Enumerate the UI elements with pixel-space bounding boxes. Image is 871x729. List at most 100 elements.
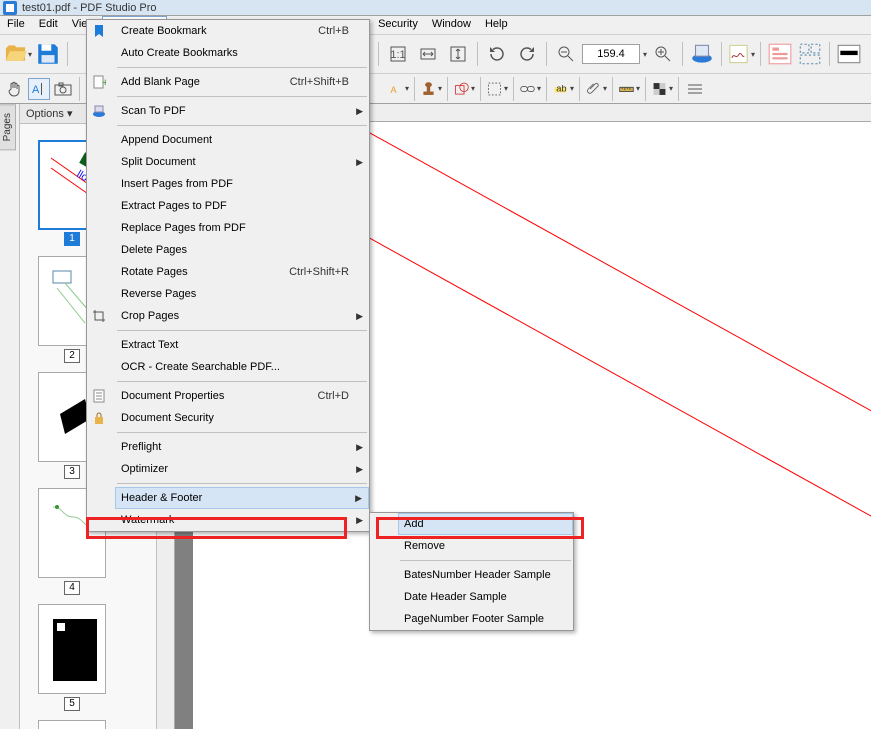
- menu-separator: [117, 67, 367, 68]
- fit-width-button[interactable]: [414, 40, 442, 68]
- menu-item-label: Reverse Pages: [121, 288, 196, 300]
- app-icon: [2, 0, 18, 16]
- menu-item-label: Create Bookmark: [121, 25, 207, 37]
- menu-item-auto-create-bookmarks[interactable]: Auto Create Bookmarks: [115, 42, 369, 64]
- menu-item-icon: [91, 23, 107, 39]
- text-annot-button[interactable]: A▾: [387, 78, 409, 100]
- menu-item-preflight[interactable]: Preflight ▶: [115, 436, 369, 458]
- menu-file[interactable]: File: [0, 16, 32, 34]
- menu-item-extract-pages-to-pdf[interactable]: Extract Pages to PDF: [115, 195, 369, 217]
- menu-edit[interactable]: Edit: [32, 16, 65, 34]
- menu-window[interactable]: Window: [425, 16, 478, 34]
- menu-item-label: BatesNumber Header Sample: [404, 569, 551, 581]
- attach-tool-button[interactable]: ▾: [585, 78, 607, 100]
- svg-text:ab: ab: [556, 83, 566, 93]
- menu-item-icon: +: [91, 74, 107, 90]
- menu-item-insert-pages-from-pdf[interactable]: Insert Pages from PDF: [115, 173, 369, 195]
- sign-button[interactable]: ▾: [727, 40, 755, 68]
- redact-button[interactable]: [835, 40, 863, 68]
- menu-item-replace-pages-from-pdf[interactable]: Replace Pages from PDF: [115, 217, 369, 239]
- menu-item-rotate-pages[interactable]: Rotate PagesCtrl+Shift+R: [115, 261, 369, 283]
- menu-separator: [117, 125, 367, 126]
- submenu-arrow-icon: ▶: [355, 493, 362, 504]
- menu-item-label: OCR - Create Searchable PDF...: [121, 361, 280, 373]
- menu-help[interactable]: Help: [478, 16, 515, 34]
- menu-item-document-properties[interactable]: Document PropertiesCtrl+D: [115, 385, 369, 407]
- menu-security[interactable]: Security: [371, 16, 425, 34]
- menu-item-crop-pages[interactable]: Crop Pages▶: [115, 305, 369, 327]
- menu-item-label: Optimizer: [121, 463, 168, 475]
- pages-tab[interactable]: Pages: [0, 104, 16, 150]
- checker-tool-button[interactable]: ▾: [651, 78, 673, 100]
- menu-item-optimizer[interactable]: Optimizer▶: [115, 458, 369, 480]
- zoom-out-button[interactable]: [552, 40, 580, 68]
- menu-item-split-document[interactable]: Split Document▶: [115, 151, 369, 173]
- rotate-left-button[interactable]: [483, 40, 511, 68]
- submenu-item-remove[interactable]: Remove: [398, 535, 573, 557]
- menu-item-ocr-create-searchable-pdf-[interactable]: OCR - Create Searchable PDF...: [115, 356, 369, 378]
- menu-separator: [117, 432, 367, 433]
- menu-item-label: Split Document: [121, 156, 196, 168]
- svg-text:1:1: 1:1: [390, 49, 405, 61]
- menu-item-label: Date Header Sample: [404, 591, 507, 603]
- menu-item-extract-text[interactable]: Extract Text: [115, 334, 369, 356]
- menu-item-label: Delete Pages: [121, 244, 187, 256]
- menu-item-add-blank-page[interactable]: Add Blank PageCtrl+Shift+B+: [115, 71, 369, 93]
- menu-item-label: Add: [404, 518, 424, 530]
- menu-item-label: Auto Create Bookmarks: [121, 47, 238, 59]
- area-tool-button[interactable]: ▾: [486, 78, 508, 100]
- zoom-input[interactable]: [582, 44, 640, 64]
- submenu-item-add[interactable]: Add: [398, 513, 573, 535]
- submenu-item-pagenumber-footer-sample[interactable]: PageNumber Footer Sample: [398, 608, 573, 630]
- menu-item-scan-to-pdf[interactable]: Scan To PDF▶: [115, 100, 369, 122]
- window-title: test01.pdf - PDF Studio Pro: [22, 2, 157, 14]
- menu-item-append-document[interactable]: Append Document: [115, 129, 369, 151]
- thumbnail-label: 2: [64, 349, 80, 363]
- scan-button[interactable]: [688, 40, 716, 68]
- submenu-arrow-icon: ▶: [356, 442, 363, 453]
- menu-item-watermark[interactable]: Watermark▶: [115, 509, 369, 531]
- fit-actual-button[interactable]: 1:1: [384, 40, 412, 68]
- open-button[interactable]: ▾: [4, 40, 32, 68]
- submenu-item-date-header-sample[interactable]: Date Header Sample: [398, 586, 573, 608]
- menu-item-icon: [91, 388, 107, 404]
- fit-page-button[interactable]: [444, 40, 472, 68]
- menu-item-label: Header & Footer: [121, 492, 202, 504]
- highlight-tool-button[interactable]: ab▾: [552, 78, 574, 100]
- menu-item-label: Rotate Pages: [121, 266, 188, 278]
- snapshot-tool-button[interactable]: [52, 78, 74, 100]
- svg-text:+: +: [102, 77, 106, 89]
- thumbnail-label: 3: [64, 465, 80, 479]
- menu-separator: [117, 483, 367, 484]
- menu-item-label: Insert Pages from PDF: [121, 178, 233, 190]
- thumbnail-6[interactable]: [38, 720, 106, 729]
- shape-tool-button[interactable]: ▾: [453, 78, 475, 100]
- menu-item-label: Preflight: [121, 441, 161, 453]
- zoom-in-button[interactable]: [649, 40, 677, 68]
- menu-separator: [117, 330, 367, 331]
- stamp-button[interactable]: ▾: [420, 78, 442, 100]
- header-footer-submenu: Add Remove BatesNumber Header Sample Date H…: [369, 512, 574, 631]
- menu-separator: [117, 381, 367, 382]
- menu-item-create-bookmark[interactable]: Create BookmarkCtrl+B: [115, 20, 369, 42]
- select-tool-button[interactable]: A: [28, 78, 50, 100]
- link-tool-button[interactable]: ▾: [519, 78, 541, 100]
- menu-item-header-footer[interactable]: Header & Footer ▶: [115, 487, 369, 509]
- document-menu: Create BookmarkCtrl+B Auto Create Bookmar…: [86, 19, 370, 532]
- thumbnail-5[interactable]: 5: [38, 604, 106, 694]
- menu-item-delete-pages[interactable]: Delete Pages: [115, 239, 369, 261]
- submenu-item-batesnumber-header-sample[interactable]: BatesNumber Header Sample: [398, 564, 573, 586]
- more-tool-button[interactable]: [684, 78, 706, 100]
- menu-item-document-security[interactable]: Document Security: [115, 407, 369, 429]
- measure-tool-button[interactable]: ▾: [618, 78, 640, 100]
- svg-text:A: A: [390, 85, 397, 95]
- hand-tool-button[interactable]: [4, 78, 26, 100]
- form-tool-button[interactable]: [766, 40, 794, 68]
- rotate-right-button[interactable]: [513, 40, 541, 68]
- save-button[interactable]: [34, 40, 62, 68]
- menu-item-label: PageNumber Footer Sample: [404, 613, 544, 625]
- zoom-dropdown-icon[interactable]: ▾: [643, 50, 647, 59]
- thumbnail-label: 5: [64, 697, 80, 711]
- menu-item-reverse-pages[interactable]: Reverse Pages: [115, 283, 369, 305]
- layout-tool-button[interactable]: [796, 40, 824, 68]
